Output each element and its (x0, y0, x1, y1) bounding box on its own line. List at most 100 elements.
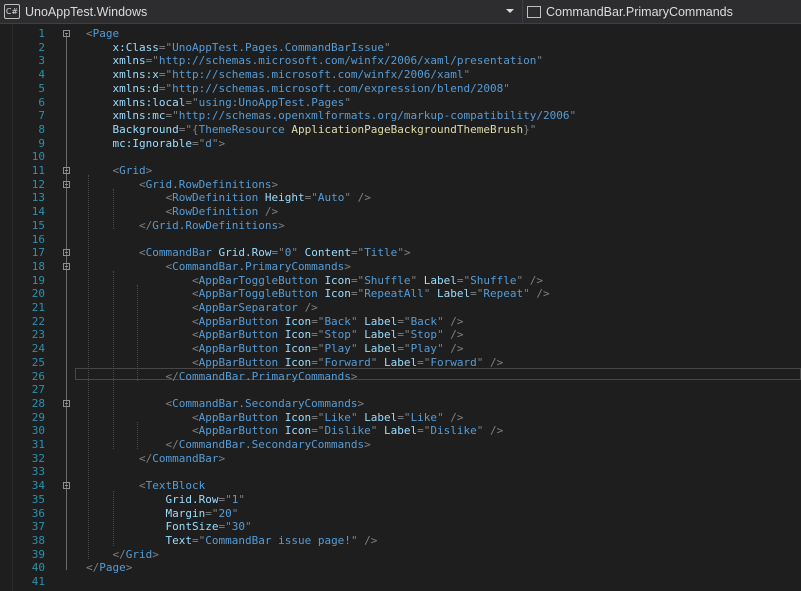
code-line[interactable]: 7 xmlns:mc="http://schemas.openxmlformat… (12, 109, 801, 123)
code-line[interactable]: 19 <AppBarToggleButton Icon="Shuffle" La… (12, 274, 801, 288)
code-token: =" (350, 287, 365, 301)
collapse-toggle-icon[interactable] (63, 262, 70, 270)
code-line[interactable]: 33 (12, 465, 801, 479)
code-line[interactable]: 35 Grid.Row="1" (12, 493, 801, 507)
code-token: AppBarButton (198, 410, 285, 424)
code-token: Icon (284, 342, 312, 356)
code-line[interactable]: 41 (12, 575, 801, 589)
code-token: Icon (284, 328, 312, 342)
code-line[interactable]: 26 </CommandBar.PrimaryCommands> (12, 370, 801, 384)
project-scope-dropdown[interactable]: C# UnoAppTest.Windows (0, 0, 522, 23)
code-line[interactable]: 37 FontSize="30" (12, 520, 801, 534)
code-token: =" (397, 342, 411, 356)
code-line[interactable]: 18 <CommandBar.PrimaryCommands> (12, 260, 801, 274)
code-line[interactable]: 9 mc:Ignorable="d"> (12, 137, 801, 151)
code-line[interactable]: 15 </Grid.RowDefinitions> (12, 219, 801, 233)
code-line[interactable]: 10 (12, 150, 801, 164)
collapse-toggle-icon[interactable] (63, 399, 70, 407)
code-token: xmlns:mc (112, 109, 166, 123)
code-line[interactable]: 23 <AppBarButton Icon="Stop" Label="Stop… (12, 328, 801, 342)
code-text: <AppBarButton Icon="Back" Label="Back" /… (86, 315, 464, 329)
code-token: < (191, 328, 199, 342)
code-line[interactable]: 20 <AppBarToggleButton Icon="RepeatAll" … (12, 287, 801, 301)
code-text: </Grid.RowDefinitions> (86, 219, 285, 233)
code-line[interactable]: 6 xmlns:local="using:UnoAppTest.Pages" (12, 96, 801, 110)
code-line[interactable]: 31 </CommandBar.SecondaryCommands> (12, 438, 801, 452)
code-line[interactable]: 30 <AppBarButton Icon="Dislike" Label="D… (12, 424, 801, 438)
code-line[interactable]: 25 <AppBarButton Icon="Forward" Label="F… (12, 356, 801, 370)
code-token: http://schemas.microsoft.com/expression/… (172, 81, 504, 95)
code-line[interactable]: 1 <Page (12, 27, 801, 41)
code-editor[interactable]: 1 <Page 2 x:Class="UnoAppTest.Pages.Comman… (12, 24, 801, 591)
code-token: /> (304, 301, 318, 314)
code-token: " (231, 506, 239, 520)
code-line[interactable]: 5 xmlns:d="http://schemas.microsoft.com/… (12, 82, 801, 96)
code-token: Shuffle (470, 273, 517, 287)
chevron-down-icon[interactable] (506, 9, 514, 13)
line-number: 37 (31, 520, 45, 534)
code-line[interactable]: 12 <Grid.RowDefinitions> (12, 178, 801, 192)
code-token: Dislike (430, 424, 477, 438)
code-token: " (463, 68, 471, 82)
code-token: RowDefinition (172, 191, 265, 205)
code-line[interactable]: 21 <AppBarSeparator /> (12, 301, 801, 315)
code-line[interactable]: 3 xmlns="http://schemas.microsoft.com/wi… (12, 54, 801, 68)
code-line[interactable]: 39 </Grid> (12, 548, 801, 562)
code-line[interactable]: 24 <AppBarButton Icon="Play" Label="Play… (12, 342, 801, 356)
code-line[interactable]: 27 (12, 383, 801, 397)
code-token: { (191, 122, 199, 136)
line-number: 28 (31, 396, 45, 410)
code-line[interactable]: 11 <Grid> (12, 164, 801, 178)
collapse-toggle-icon[interactable] (63, 180, 70, 188)
code-line[interactable]: 28 <CommandBar.SecondaryCommands> (12, 397, 801, 411)
code-text: <AppBarToggleButton Icon="RepeatAll" Lab… (86, 287, 550, 301)
code-token: AppBarToggleButton (198, 287, 325, 301)
code-line[interactable]: 14 <RowDefinition /> (12, 205, 801, 219)
code-token: =" (178, 122, 192, 136)
code-line[interactable]: 40 </Page> (12, 561, 801, 575)
code-token: < (191, 342, 199, 356)
collapse-toggle-icon[interactable] (63, 30, 70, 37)
code-text: x:Class="UnoAppTest.Pages.CommandBarIssu… (86, 41, 391, 55)
code-token: Like (324, 410, 351, 424)
line-number: 24 (31, 342, 45, 356)
code-token: Back (410, 314, 438, 328)
code-line[interactable]: 22 <AppBarButton Icon="Back" Label="Back… (12, 315, 801, 329)
code-line[interactable]: 36 Margin="20" (12, 507, 801, 521)
code-line[interactable]: 8 Background="{ThemeResource Application… (12, 123, 801, 137)
code-line[interactable]: 32 </CommandBar> (12, 452, 801, 466)
collapse-toggle-icon[interactable] (63, 249, 70, 257)
code-line[interactable]: 16 (12, 233, 801, 247)
code-line[interactable]: 13 <RowDefinition Height="Auto" /> (12, 191, 801, 205)
code-token: xmlns:local (112, 95, 186, 109)
code-line[interactable]: 2 x:Class="UnoAppTest.Pages.CommandBarIs… (12, 41, 801, 55)
code-token: =" (311, 314, 325, 328)
code-token: Grid.Row (165, 492, 219, 506)
code-line[interactable]: 38 Text="CommandBar issue page!" /> (12, 534, 801, 548)
code-token: </ (165, 438, 179, 451)
code-token: Content (304, 246, 351, 260)
code-token: Title (364, 246, 398, 260)
code-line[interactable]: 29 <AppBarButton Icon="Like" Label="Like… (12, 411, 801, 425)
line-number: 27 (31, 383, 45, 397)
code-line[interactable]: 34 <TextBlock (12, 479, 801, 493)
code-token: =" (145, 54, 159, 68)
code-token: http://schemas.microsoft.com/winfx/2006/… (158, 54, 537, 68)
line-number: 17 (31, 246, 45, 260)
code-token: AppBarButton (198, 355, 285, 369)
code-line[interactable]: 4 xmlns:x="http://schemas.microsoft.com/… (12, 68, 801, 82)
code-token: Stop (324, 328, 351, 342)
collapse-toggle-icon[interactable] (63, 167, 70, 174)
code-line[interactable]: 17 <CommandBar Grid.Row="0" Content="Tit… (12, 246, 801, 260)
code-token: Label (384, 424, 418, 438)
code-token: " (529, 122, 537, 136)
code-token: Margin (165, 506, 206, 520)
member-scope-dropdown[interactable]: CommandBar.PrimaryCommands (522, 0, 801, 23)
collapse-toggle-icon[interactable] (63, 482, 70, 490)
line-number: 39 (31, 547, 45, 561)
